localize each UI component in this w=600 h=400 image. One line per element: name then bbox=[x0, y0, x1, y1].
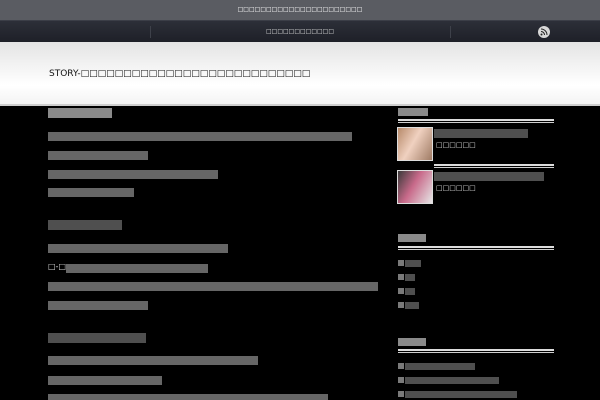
text-line bbox=[48, 356, 258, 365]
category-link[interactable] bbox=[405, 274, 415, 281]
sidebar-divider bbox=[398, 246, 554, 248]
post-thumbnail[interactable] bbox=[397, 170, 433, 204]
category-link[interactable] bbox=[405, 288, 415, 295]
top-announcement-bar: □□□□□□□□□□□□□□□□□□□□□□ bbox=[0, 0, 600, 20]
text-fragment: □-□ bbox=[48, 262, 67, 271]
subheading bbox=[48, 333, 146, 343]
text-line bbox=[48, 170, 218, 179]
site-title[interactable]: STORY-□□□□□□□□□□□□□□□□□□□□□□□□□□□ bbox=[49, 69, 310, 79]
category-bullet bbox=[398, 288, 404, 294]
archive-link[interactable] bbox=[405, 391, 517, 398]
text-line bbox=[66, 264, 208, 273]
category-bullet bbox=[398, 302, 404, 308]
sidebar-heading-archive bbox=[398, 338, 426, 346]
subheading bbox=[48, 220, 122, 230]
sidebar-divider bbox=[398, 249, 554, 250]
text-line bbox=[48, 188, 134, 197]
sidebar-heading-recent bbox=[398, 108, 428, 116]
sidebar-heading-categories bbox=[398, 234, 426, 242]
post-title[interactable] bbox=[434, 129, 528, 138]
rss-icon[interactable] bbox=[538, 26, 550, 38]
text-line bbox=[48, 394, 328, 400]
main-content: □-□ □□□□□□ □□□□□□ bbox=[0, 108, 600, 400]
sidebar-divider bbox=[434, 164, 554, 166]
sidebar-divider bbox=[398, 349, 554, 351]
site-header: STORY-□□□□□□□□□□□□□□□□□□□□□□□□□□□ bbox=[0, 42, 600, 106]
post-thumbnail[interactable] bbox=[397, 127, 433, 161]
archive-bullet bbox=[398, 377, 404, 383]
nav-menu-item[interactable]: □□□□□□□□□□□□ bbox=[240, 21, 360, 43]
section-heading bbox=[48, 108, 112, 118]
sidebar-divider bbox=[398, 119, 554, 121]
text-line bbox=[48, 132, 352, 141]
text-line bbox=[48, 282, 378, 291]
category-link[interactable] bbox=[405, 260, 421, 267]
top-announcement-text: □□□□□□□□□□□□□□□□□□□□□□ bbox=[237, 6, 363, 13]
sidebar-divider bbox=[398, 352, 554, 353]
nav-divider bbox=[150, 26, 151, 38]
post-meta: □□□□□□ bbox=[436, 184, 476, 192]
archive-link[interactable] bbox=[405, 363, 475, 370]
category-bullet bbox=[398, 274, 404, 280]
sidebar-divider bbox=[434, 167, 554, 168]
post-meta: □□□□□□ bbox=[436, 141, 476, 149]
nav-divider bbox=[450, 26, 451, 38]
category-bullet bbox=[398, 260, 404, 266]
archive-bullet bbox=[398, 363, 404, 369]
post-title[interactable] bbox=[434, 172, 544, 181]
text-line bbox=[48, 301, 148, 310]
category-link[interactable] bbox=[405, 302, 419, 309]
sidebar-divider bbox=[398, 122, 554, 123]
global-nav: □□□□□□□□□□□□ bbox=[0, 20, 600, 42]
archive-link[interactable] bbox=[405, 377, 499, 384]
text-line bbox=[48, 376, 162, 385]
text-line bbox=[48, 151, 148, 160]
text-line bbox=[48, 244, 228, 253]
archive-bullet bbox=[398, 391, 404, 397]
